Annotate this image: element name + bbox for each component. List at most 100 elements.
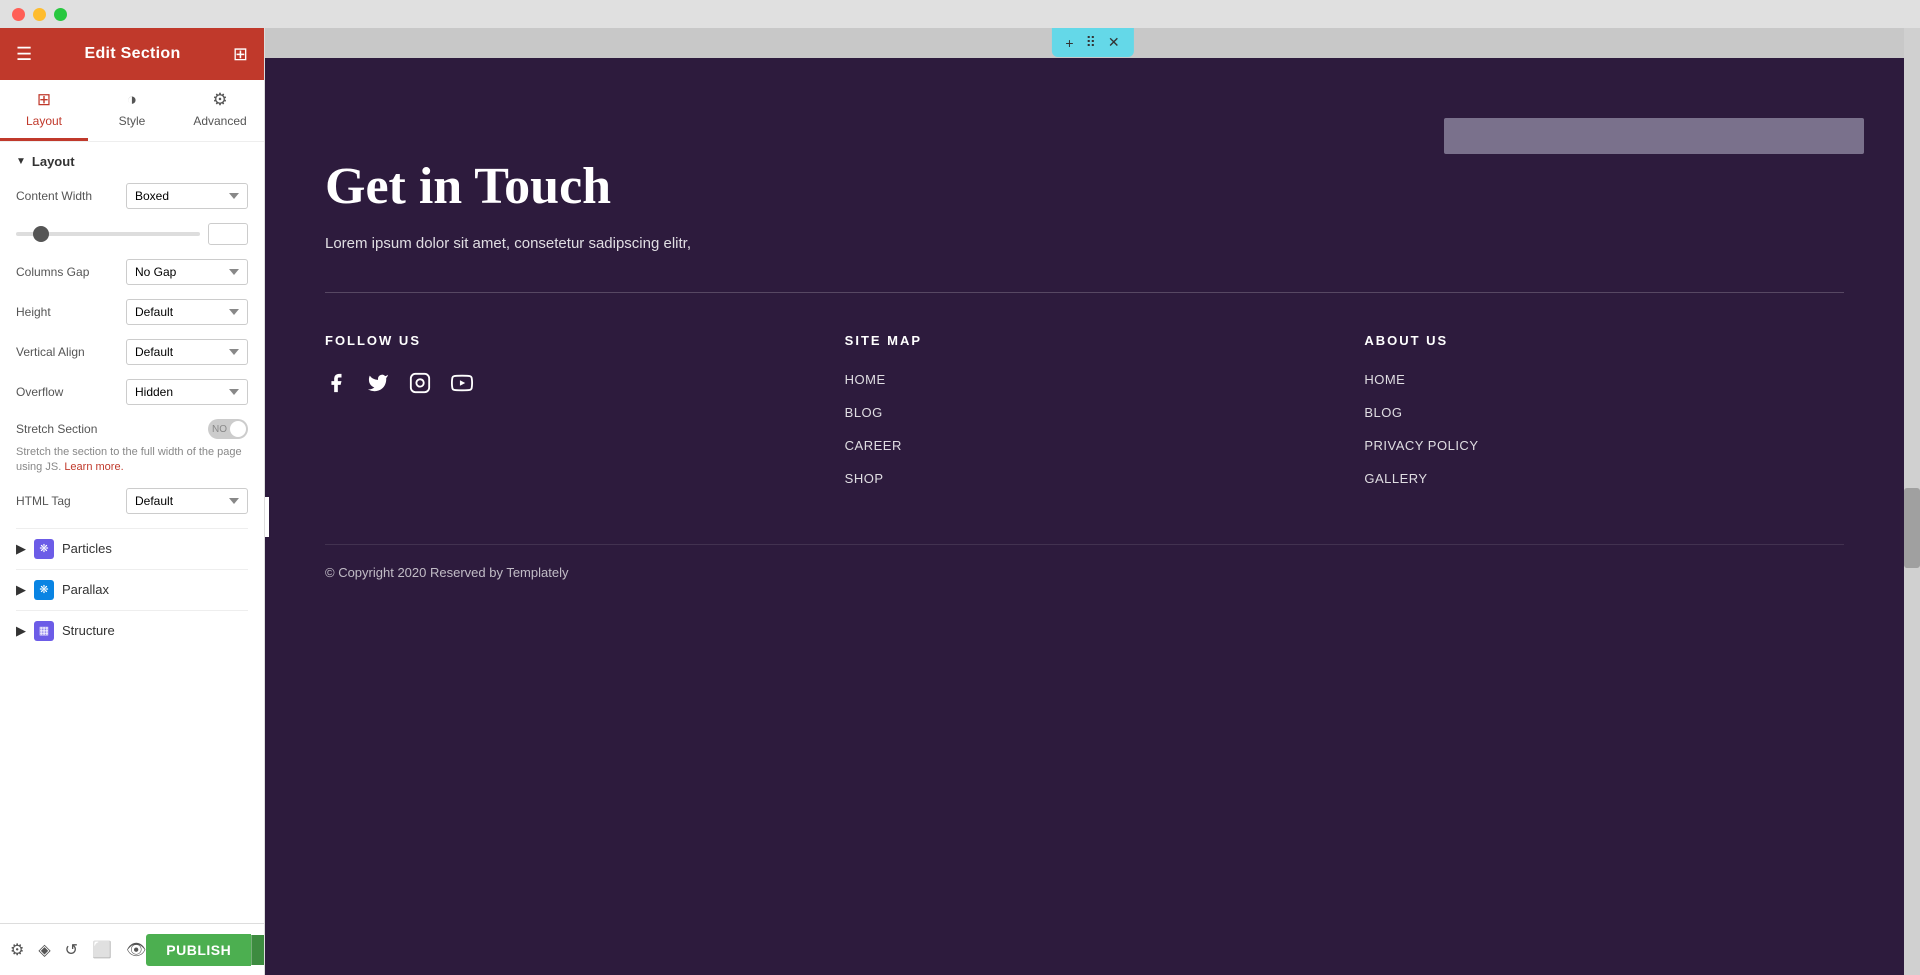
site-map-career[interactable]: CAREER: [845, 438, 1325, 453]
preview-icon[interactable]: 👁: [126, 940, 146, 960]
html-tag-control: Default header footer: [126, 488, 248, 514]
height-control: Default Fit to Screen: [126, 299, 248, 325]
tab-style[interactable]: ◑ Style: [88, 80, 176, 141]
left-panel: ☰ Edit Section ⊞ ⊞ Layout ◑ Style ⚙ Adva…: [0, 28, 265, 975]
publish-arrow-button[interactable]: ▲: [251, 935, 265, 965]
particles-section[interactable]: ▶ ❋ Particles: [16, 528, 248, 569]
about-us-gallery[interactable]: GALLERY: [1364, 471, 1844, 486]
get-in-touch-desc: Lorem ipsum dolor sit amet, consetetur s…: [325, 235, 925, 252]
tab-style-label: Style: [119, 114, 146, 128]
about-us-privacy[interactable]: PRIVACY POLICY: [1364, 438, 1844, 453]
parallax-section[interactable]: ▶ ❋ Parallax: [16, 569, 248, 610]
bottom-toolbar: ⚙ ◈ ↺ ⬜ 👁 PUBLISH ▲: [0, 923, 264, 975]
footer-section: FOLLOW US: [325, 333, 1844, 544]
panel-content: ▼ Layout Content Width Boxed Full Width: [0, 142, 264, 923]
get-in-touch-title: Get in Touch: [325, 158, 925, 215]
canvas-area: + ⠿ ✕ ‹ Get in Touch Lorem ipsum dolor s…: [265, 28, 1920, 975]
html-tag-label: HTML Tag: [16, 494, 126, 508]
twitter-icon[interactable]: [367, 372, 389, 400]
tab-advanced[interactable]: ⚙ Advanced: [176, 80, 264, 141]
vertical-align-select[interactable]: Default Top Middle: [126, 339, 248, 365]
footer-about-us: ABOUT US HOME BLOG PRIVACY POLICY GALLER…: [1364, 333, 1844, 504]
app-body: ☰ Edit Section ⊞ ⊞ Layout ◑ Style ⚙ Adva…: [0, 28, 1920, 975]
scrollbar[interactable]: [1904, 28, 1920, 975]
follow-us-title: FOLLOW US: [325, 333, 805, 348]
bottom-icons: ⚙ ◈ ↺ ⬜ 👁: [10, 940, 146, 960]
structure-arrow-icon: ▶: [16, 623, 26, 639]
tab-layout[interactable]: ⊞ Layout: [0, 80, 88, 141]
titlebar: [0, 0, 1920, 28]
canvas-move-icon[interactable]: ⠿: [1086, 34, 1096, 51]
hamburger-icon[interactable]: ☰: [16, 44, 32, 65]
responsive-icon[interactable]: ⬜: [92, 940, 112, 960]
preview-section: ‹ Get in Touch Lorem ipsum dolor sit ame…: [265, 58, 1904, 975]
stretch-hint: Stretch the section to the full width of…: [16, 445, 248, 476]
layers-icon[interactable]: ◈: [38, 940, 50, 960]
contact-input-area: [1444, 118, 1864, 154]
scrollbar-thumb[interactable]: [1904, 488, 1920, 568]
instagram-icon[interactable]: [409, 372, 431, 400]
stretch-section-label: Stretch Section: [16, 422, 208, 436]
youtube-icon[interactable]: [451, 372, 473, 400]
tab-layout-label: Layout: [26, 114, 62, 128]
layout-section-label: Layout: [32, 154, 75, 169]
canvas-add-icon[interactable]: +: [1065, 35, 1073, 51]
about-us-home[interactable]: HOME: [1364, 372, 1844, 387]
layout-section-header[interactable]: ▼ Layout: [16, 154, 248, 169]
vertical-align-label: Vertical Align: [16, 345, 126, 359]
columns-gap-row: Columns Gap No Gap Default Small: [16, 259, 248, 285]
site-map-blog[interactable]: BLOG: [845, 405, 1325, 420]
overflow-select[interactable]: Hidden Visible: [126, 379, 248, 405]
structure-section[interactable]: ▶ ▦ Structure: [16, 610, 248, 651]
history-icon[interactable]: ↺: [65, 940, 78, 960]
html-tag-select[interactable]: Default header footer: [126, 488, 248, 514]
parallax-label: Parallax: [62, 582, 109, 597]
structure-label: Structure: [62, 623, 115, 638]
get-in-touch-section: Get in Touch Lorem ipsum dolor sit amet,…: [325, 98, 925, 292]
maximize-dot[interactable]: [54, 8, 67, 21]
vertical-align-row: Vertical Align Default Top Middle: [16, 339, 248, 365]
layout-arrow-icon: ▼: [16, 156, 26, 167]
particles-icon: ❋: [34, 539, 54, 559]
panel-tabs: ⊞ Layout ◑ Style ⚙ Advanced: [0, 80, 264, 142]
site-map-home[interactable]: HOME: [845, 372, 1325, 387]
footer-follow-us: FOLLOW US: [325, 333, 805, 504]
stretch-section-toggle[interactable]: NO: [208, 419, 248, 439]
columns-gap-control: No Gap Default Small: [126, 259, 248, 285]
content-width-label: Content Width: [16, 189, 126, 203]
structure-icon: ▦: [34, 621, 54, 641]
overflow-row: Overflow Hidden Visible: [16, 379, 248, 405]
site-map-shop[interactable]: SHOP: [845, 471, 1325, 486]
height-select[interactable]: Default Fit to Screen: [126, 299, 248, 325]
width-slider-value[interactable]: [208, 223, 248, 245]
publish-group: PUBLISH ▲: [146, 934, 265, 966]
preview-content: Get in Touch Lorem ipsum dolor sit amet,…: [265, 58, 1904, 975]
panel-title: Edit Section: [84, 45, 180, 63]
collapse-arrow[interactable]: ‹: [265, 497, 269, 537]
social-icons: [325, 372, 805, 400]
minimize-dot[interactable]: [33, 8, 46, 21]
canvas-close-icon[interactable]: ✕: [1108, 34, 1120, 51]
publish-button[interactable]: PUBLISH: [146, 934, 251, 966]
overflow-label: Overflow: [16, 385, 126, 399]
parallax-arrow-icon: ▶: [16, 582, 26, 598]
tab-advanced-label: Advanced: [193, 114, 246, 128]
facebook-icon[interactable]: [325, 372, 347, 400]
copyright-text: © Copyright 2020 Reserved by Templately: [325, 544, 1844, 580]
stretch-toggle-text: NO: [208, 424, 227, 435]
learn-more-link[interactable]: Learn more.: [64, 461, 123, 473]
columns-gap-select[interactable]: No Gap Default Small: [126, 259, 248, 285]
height-row: Height Default Fit to Screen: [16, 299, 248, 325]
stretch-section-row: Stretch Section NO: [16, 419, 248, 439]
content-width-select[interactable]: Boxed Full Width: [126, 183, 248, 209]
canvas-top-bar: + ⠿ ✕: [1051, 28, 1133, 57]
width-slider[interactable]: [16, 232, 200, 236]
columns-gap-label: Columns Gap: [16, 265, 126, 279]
parallax-icon: ❋: [34, 580, 54, 600]
close-dot[interactable]: [12, 8, 25, 21]
particles-arrow-icon: ▶: [16, 541, 26, 557]
settings-icon[interactable]: ⚙: [10, 940, 24, 960]
grid-icon[interactable]: ⊞: [233, 44, 248, 65]
about-us-blog[interactable]: BLOG: [1364, 405, 1844, 420]
site-map-title: SITE MAP: [845, 333, 1325, 348]
